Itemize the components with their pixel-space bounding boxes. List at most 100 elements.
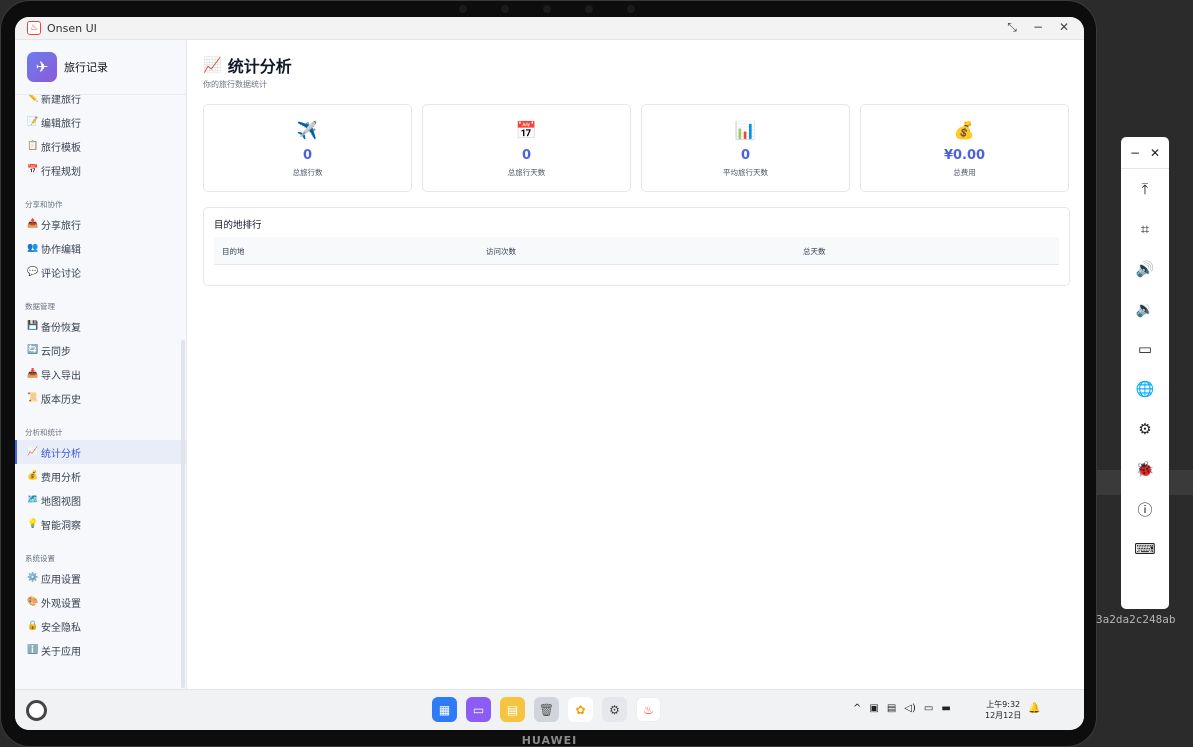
- arrow-up-to-top-icon[interactable]: ⤒: [1142, 169, 1149, 209]
- crop-icon[interactable]: ⌗: [1141, 209, 1149, 249]
- sidebar-item-label: 协作编辑: [41, 244, 81, 256]
- sidebar-item-icon: 🔄: [27, 345, 39, 355]
- stat-label: 总费用: [953, 168, 976, 177]
- stat-value: 0: [521, 148, 532, 163]
- camera-bar: [459, 5, 635, 13]
- notification-bell-icon[interactable]: 🔔: [1028, 703, 1040, 714]
- sidebar-item-label: 分享旅行: [41, 220, 81, 232]
- trash-icon[interactable]: 🗑: [534, 697, 559, 722]
- volume-down-icon[interactable]: 🔉: [1136, 289, 1155, 329]
- clock[interactable]: 上午9:32 12月12日: [985, 699, 1021, 721]
- start-button[interactable]: [26, 700, 47, 721]
- gear-icon[interactable]: ⚙: [1138, 409, 1151, 449]
- multitask-icon[interactable]: ▭: [466, 697, 491, 722]
- sidebar-item-icon: 📅: [27, 165, 39, 175]
- stat-value: 0: [740, 148, 751, 163]
- notes-icon[interactable]: ▤: [500, 697, 525, 722]
- volume-up-icon[interactable]: 🔊: [1136, 249, 1155, 289]
- sidebar-item[interactable]: 📜 版本历史: [15, 386, 186, 410]
- sidebar-item[interactable]: 🔒 安全隐私: [15, 614, 186, 638]
- app-name: 旅行记录: [64, 61, 108, 74]
- info-icon[interactable]: ⓘ: [1137, 489, 1152, 529]
- sidebar-item-label: 智能洞察: [41, 520, 81, 532]
- destination-ranking-card: 目的地排行 目的地 访问次数 总天数: [203, 207, 1070, 286]
- onsen-logo-icon: ♨: [27, 21, 41, 35]
- sidebar-item[interactable]: 💰 费用分析: [15, 464, 186, 488]
- device-brand: HUAWEI: [521, 734, 578, 747]
- sidebar-item[interactable]: 📝 编辑旅行: [15, 110, 186, 134]
- sidebar-item-icon: 📥: [27, 369, 39, 379]
- input-method-icon[interactable]: ▣: [869, 703, 878, 714]
- sidebar-item-label: 版本历史: [41, 394, 81, 406]
- close-button[interactable]: ✕: [1058, 20, 1070, 35]
- ranking-title: 目的地排行: [214, 220, 262, 231]
- sidebar-item[interactable]: 💡 智能洞察: [15, 512, 186, 536]
- bug-icon[interactable]: 🐞: [1136, 449, 1155, 489]
- sidebar-item[interactable]: ⚙️ 应用设置: [15, 566, 186, 590]
- sidebar-item-icon: 💬: [27, 267, 39, 277]
- sidebar-item-icon: 🗺️: [27, 495, 39, 505]
- sidebar-item-icon: ⚙️: [27, 573, 39, 583]
- sidebar-item[interactable]: 💾 备份恢复: [15, 314, 186, 338]
- onsen-app-icon[interactable]: ♨: [636, 697, 661, 722]
- minimize-icon[interactable]: −: [1130, 146, 1140, 160]
- sidebar-item[interactable]: 🗺️ 地图视图: [15, 488, 186, 512]
- sidebar-item-icon: 🔒: [27, 621, 39, 631]
- sidebar-item-label: 统计分析: [41, 448, 81, 460]
- sidebar-item[interactable]: 📅 行程规划: [15, 158, 186, 182]
- sidebar-item[interactable]: 📥 导入导出: [15, 362, 186, 386]
- globe-icon[interactable]: 🌐: [1136, 369, 1155, 409]
- nav-group-title: 系统设置: [25, 553, 55, 563]
- sidebar-item-icon: 📋: [27, 141, 39, 151]
- sidebar-item[interactable]: 🎨 外观设置: [15, 590, 186, 614]
- ranking-table-header: 目的地 访问次数 总天数: [214, 237, 1059, 265]
- stat-card-avg-days: 📊 0 平均旅行天数: [641, 104, 850, 192]
- clipboard-icon[interactable]: ▤: [887, 703, 896, 714]
- close-icon[interactable]: ✕: [1150, 146, 1160, 160]
- system-tray: ^ ▣ ▤ ◁) ▭ ▬: [853, 703, 951, 714]
- airplane-icon: ✈️: [296, 121, 319, 141]
- sidebar-item-icon: 💾: [27, 321, 39, 331]
- window-title: Onsen UI: [47, 21, 97, 35]
- sidebar-item-icon: 📤: [27, 219, 39, 229]
- sidebar-item[interactable]: 📋 旅行模板: [15, 134, 186, 158]
- main-content: 📈 统计分析 你的旅行数据统计 ✈️ 0 总旅行数 📅 0 总旅行天数 📊 0: [188, 40, 1084, 689]
- minimize-button[interactable]: −: [1032, 20, 1044, 35]
- sidebar-item[interactable]: 👥 协作编辑: [15, 236, 186, 260]
- display-icon[interactable]: ▭: [924, 703, 933, 714]
- sidebar-item-label: 费用分析: [41, 472, 81, 484]
- chevron-up-icon[interactable]: ^: [853, 703, 861, 714]
- sidebar-item[interactable]: 📤 分享旅行: [15, 212, 186, 236]
- sidebar-item-label: 地图视图: [41, 496, 81, 508]
- sidebar-scrollbar[interactable]: [181, 340, 185, 688]
- battery-outline-icon[interactable]: ▭: [1138, 329, 1152, 369]
- floating-toolbar: − ✕ ⤒ ⌗ 🔊 🔉 ▭ 🌐 ⚙ 🐞 ⓘ ⌨: [1121, 137, 1169, 609]
- sidebar-item[interactable]: 💬 评论讨论: [15, 260, 186, 284]
- sidebar-item-icon: 📜: [27, 393, 39, 403]
- stats-cards: ✈️ 0 总旅行数 📅 0 总旅行天数 📊 0 平均旅行天数 💰 ¥0.00 总…: [203, 104, 1069, 192]
- dock: ▦ ▭ ▤ 🗑 ✿ ⚙ ♨: [432, 697, 661, 722]
- keyboard-icon[interactable]: ⌨: [1134, 529, 1156, 569]
- sidebar-item[interactable]: ℹ️ 关于应用: [15, 638, 186, 662]
- restore-icon[interactable]: ⤡: [1006, 20, 1018, 35]
- stat-value: ¥0.00: [943, 148, 986, 163]
- sidebar-item-icon: 👥: [27, 243, 39, 253]
- page-subtitle: 你的旅行数据统计: [203, 80, 267, 89]
- app-grid-icon[interactable]: ▦: [432, 697, 457, 722]
- settings-app-icon[interactable]: ⚙: [602, 697, 627, 722]
- sidebar-item-label: 行程规划: [41, 166, 81, 178]
- nav-group-gap: [15, 182, 186, 196]
- sidebar-item-label: 备份恢复: [41, 322, 81, 334]
- sidebar-item-icon: 📈: [27, 447, 39, 457]
- stat-card-total-cost: 💰 ¥0.00 总费用: [860, 104, 1069, 192]
- gallery-icon[interactable]: ✿: [568, 697, 593, 722]
- nav-group-title: 数据管理: [25, 301, 55, 311]
- stat-label: 平均旅行天数: [723, 168, 768, 177]
- battery-icon[interactable]: ▬: [941, 703, 950, 714]
- volume-icon[interactable]: ◁): [904, 703, 916, 714]
- window-titlebar: ♨ Onsen UI ⤡ − ✕: [15, 17, 1084, 40]
- sidebar-item[interactable]: 🔄 云同步: [15, 338, 186, 362]
- sidebar-item-label: 应用设置: [41, 574, 81, 586]
- sidebar-item[interactable]: 📈 统计分析: [15, 440, 186, 464]
- sidebar-nav: ✏️ 新建旅行 📝 编辑旅行 📋 旅行模板 📅 行程规划 分享和协作 📤 分享旅行 👥 协作编辑 💬 评论讨…: [15, 86, 186, 662]
